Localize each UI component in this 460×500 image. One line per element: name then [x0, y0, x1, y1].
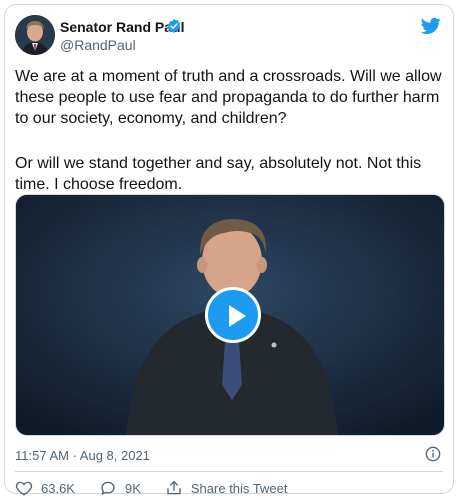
share-label: Share this Tweet [190, 480, 288, 496]
share-icon [167, 480, 181, 495]
reply-icon [101, 481, 115, 495]
tweet-card: Senator Rand Paul @RandPaul We are at a … [4, 4, 454, 497]
reply-button[interactable]: 9K [99, 479, 141, 497]
reply-count: 9K [124, 480, 141, 496]
author-handle[interactable]: @RandPaul [60, 37, 136, 53]
avatar[interactable] [15, 15, 55, 55]
tweet-paragraph: We are at a moment of truth and a crossr… [15, 68, 442, 127]
tweet-text: We are at a moment of truth and a crossr… [15, 66, 445, 195]
tweet-timestamp[interactable]: 11:57 AM · Aug 8, 2021 [15, 448, 150, 463]
divider [15, 471, 443, 472]
info-icon[interactable] [425, 446, 441, 462]
video-player[interactable] [15, 194, 445, 436]
play-button[interactable] [205, 287, 261, 343]
share-button[interactable]: Share this Tweet [165, 479, 288, 497]
twitter-bird-icon[interactable] [421, 17, 441, 35]
verified-badge-icon [167, 19, 181, 33]
heart-icon [15, 481, 33, 496]
tweet-paragraph: Or will we stand together and say, absol… [15, 155, 422, 193]
like-button[interactable]: 63.6K [15, 479, 75, 497]
action-bar: 63.6K 9K Share this Tweet [15, 479, 287, 497]
like-count: 63.6K [41, 480, 75, 496]
